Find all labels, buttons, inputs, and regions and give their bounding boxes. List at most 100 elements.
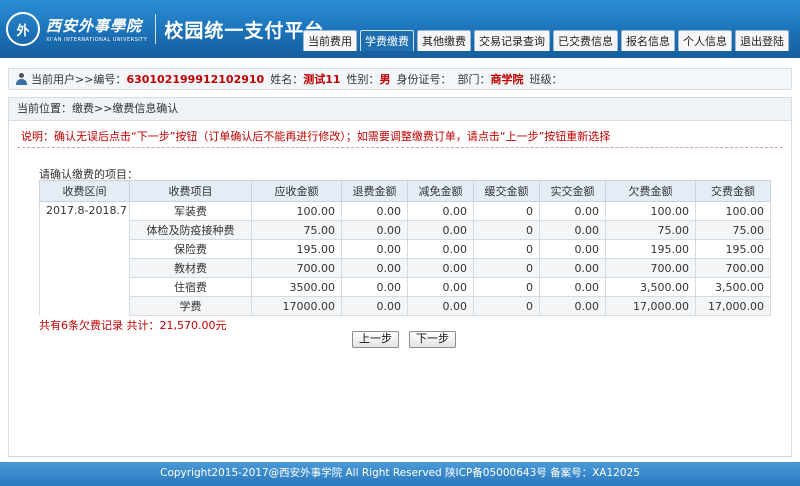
user-class-label: 班级： xyxy=(529,73,563,86)
amount-cell: 17000.00 xyxy=(251,296,342,316)
arrears-summary: 共有6条欠费记录 共计：21,570.00元 xyxy=(39,319,227,332)
fee-item-cell: 保险费 xyxy=(129,239,252,259)
column-header: 应收金额 xyxy=(251,180,342,202)
school-name: 西安外事學院 xyxy=(46,17,143,35)
amount-cell: 195.00 xyxy=(605,239,696,259)
table-row: 体检及防疫接种费 75.00 0.00 0.00 0 0.00 75.00 75.00 xyxy=(40,220,771,240)
column-header: 退费金额 xyxy=(341,180,408,202)
user-id-value: 630102199912102910 xyxy=(126,72,265,86)
amount-cell: 75.00 xyxy=(605,220,696,240)
user-info-bar: 当前用户>>编号： 630102199912102910 姓名： 测试11 性别… xyxy=(8,68,792,90)
amount-cell: 17,000.00 xyxy=(695,296,771,316)
instruction-notice: 说明：确认无误后点击“下一步”按钮（订单确认后不能再进行修改）；如需要调整缴费订… xyxy=(17,127,783,148)
main-content: 当前位置：缴费>>缴费信息确认 说明：确认无误后点击“下一步”按钮（订单确认后不… xyxy=(8,97,792,457)
fee-item-cell: 教材费 xyxy=(129,258,252,278)
nav-tab[interactable]: 个人信息 xyxy=(678,30,732,51)
user-dept-value: 商学院 xyxy=(490,73,524,86)
amount-cell: 0 xyxy=(473,201,540,221)
amount-cell: 3500.00 xyxy=(251,277,342,297)
user-idcard-label: 身份证号： xyxy=(396,73,452,86)
nav-tab[interactable]: 退出登陆 xyxy=(735,30,789,51)
amount-cell: 0.00 xyxy=(407,277,474,297)
school-name-block: 西安外事學院 XI'AN INTERNATIONAL UNIVERSITY xyxy=(46,15,147,43)
nav-tab[interactable]: 已交费信息 xyxy=(553,30,618,51)
next-step-button[interactable]: 下一步 xyxy=(409,331,456,348)
column-header: 收费区间 xyxy=(39,180,130,202)
platform-title: 校园统一支付平台 xyxy=(164,19,325,42)
step-buttons: 上一步 下一步 xyxy=(352,331,466,348)
fee-table: 收费区间 收费项目 应收金额 退费金额 减免金额 缓交金额 实交金额 欠费金额 交费金额 201… xyxy=(39,180,771,316)
footer: Copyright2015-2017@西安外事学院 All Right Rese… xyxy=(0,462,800,486)
amount-cell: 0.00 xyxy=(341,201,408,221)
table-header-row: 收费区间 收费项目 应收金额 退费金额 减免金额 缓交金额 实交金额 欠费金额 交费金额 xyxy=(39,180,771,202)
table-row: 2017.8-2018.7 军装费 100.00 0.00 0.00 0 0.00 100.0… xyxy=(39,201,771,316)
amount-cell: 100.00 xyxy=(605,201,696,221)
amount-cell: 75.00 xyxy=(695,220,771,240)
user-dept-label: 部门： xyxy=(457,73,491,86)
fee-item-cell: 体检及防疫接种费 xyxy=(129,220,252,240)
amount-cell: 0.00 xyxy=(341,296,408,316)
column-header: 收费项目 xyxy=(129,180,252,202)
amount-cell: 0.00 xyxy=(407,201,474,221)
amount-cell: 0 xyxy=(473,239,540,259)
table-row: 学费 17000.00 0.00 0.00 0 0.00 17,000.00 17,000.0… xyxy=(40,296,771,316)
amount-cell: 700.00 xyxy=(251,258,342,278)
amount-cell: 0.00 xyxy=(539,277,606,297)
amount-cell: 0 xyxy=(473,277,540,297)
amount-cell: 195.00 xyxy=(251,239,342,259)
amount-cell: 0.00 xyxy=(341,220,408,240)
school-logo[interactable]: 外 西安外事學院 XI'AN INTERNATIONAL UNIVERSITY … xyxy=(6,6,324,52)
amount-cell: 0 xyxy=(473,220,540,240)
nav-tab[interactable]: 交易记录查询 xyxy=(474,30,550,51)
table-row: 教材费 700.00 0.00 0.00 0 0.00 700.00 700.00 xyxy=(40,258,771,278)
nav-tab[interactable]: 其他缴费 xyxy=(417,30,471,51)
amount-cell: 700.00 xyxy=(695,258,771,278)
user-name-value: 测试11 xyxy=(303,73,341,86)
amount-cell: 0 xyxy=(473,258,540,278)
amount-cell: 3,500.00 xyxy=(605,277,696,297)
amount-cell: 0.00 xyxy=(341,277,408,297)
column-header: 实交金额 xyxy=(539,180,606,202)
fee-item-cell: 住宿费 xyxy=(129,277,252,297)
table-row: 住宿费 3500.00 0.00 0.00 0 0.00 3,500.00 3,500.00 xyxy=(40,277,771,297)
column-header: 缓交金额 xyxy=(473,180,540,202)
column-header: 交费金额 xyxy=(695,180,771,202)
breadcrumb: 当前位置：缴费>>缴费信息确认 xyxy=(9,98,791,121)
amount-cell: 0.00 xyxy=(539,220,606,240)
amount-cell: 0.00 xyxy=(407,220,474,240)
amount-cell: 75.00 xyxy=(251,220,342,240)
amount-cell: 0.00 xyxy=(539,296,606,316)
amount-cell: 0.00 xyxy=(539,239,606,259)
column-header: 减免金额 xyxy=(407,180,474,202)
amount-cell: 195.00 xyxy=(695,239,771,259)
prev-step-button[interactable]: 上一步 xyxy=(352,331,399,348)
nav-tab[interactable]: 学费缴费 xyxy=(360,30,414,51)
table-row: 保险费 195.00 0.00 0.00 0 0.00 195.00 195.00 xyxy=(40,239,771,259)
nav-tab[interactable]: 当前费用 xyxy=(303,30,357,51)
amount-cell: 100.00 xyxy=(251,201,342,221)
amount-cell: 0.00 xyxy=(539,258,606,278)
user-icon xyxy=(15,72,28,86)
amount-cell: 0 xyxy=(473,296,540,316)
amount-cell: 0.00 xyxy=(341,239,408,259)
fee-item-cell: 军装费 xyxy=(129,201,252,221)
amount-cell: 0.00 xyxy=(341,258,408,278)
title-divider xyxy=(155,14,157,44)
user-gender-value: 男 xyxy=(379,73,391,86)
amount-cell: 3,500.00 xyxy=(695,277,771,297)
header-banner: 外 西安外事學院 XI'AN INTERNATIONAL UNIVERSITY … xyxy=(0,0,800,58)
user-id-label: 当前用户>>编号： xyxy=(31,73,127,86)
column-header: 欠费金额 xyxy=(605,180,696,202)
fee-item-cell: 学费 xyxy=(129,296,252,316)
main-nav: 当前费用 学费缴费 其他缴费 交易记录查询 已交费信息 报名信息 个人信息 退出登陆 xyxy=(303,30,792,51)
user-name-label: 姓名： xyxy=(270,73,304,86)
school-name-en: XI'AN INTERNATIONAL UNIVERSITY xyxy=(46,37,148,43)
nav-tab[interactable]: 报名信息 xyxy=(621,30,675,51)
amount-cell: 0.00 xyxy=(407,239,474,259)
fee-period-cell: 2017.8-2018.7 xyxy=(39,201,130,316)
amount-cell: 17,000.00 xyxy=(605,296,696,316)
amount-cell: 100.00 xyxy=(695,201,771,221)
amount-cell: 700.00 xyxy=(605,258,696,278)
amount-cell: 0.00 xyxy=(407,296,474,316)
school-seal-icon: 外 xyxy=(6,12,40,46)
